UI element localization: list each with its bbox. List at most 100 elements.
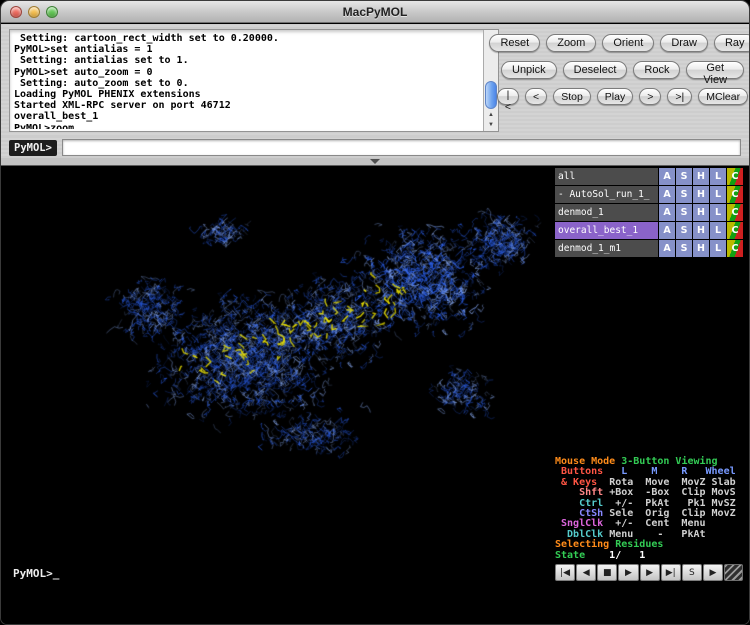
maximize-button[interactable]	[46, 6, 58, 18]
object-s-button[interactable]: S	[676, 186, 692, 203]
object-a-button[interactable]: A	[659, 222, 675, 239]
control-button-panel: ResetZoomOrientDrawRay UnpickDeselectRoc…	[501, 34, 744, 105]
object-h-button[interactable]: H	[693, 204, 709, 221]
object-h-button[interactable]: H	[693, 240, 709, 257]
object-name[interactable]: denmod_1	[555, 204, 658, 221]
mouse-panel-text: Shft	[555, 487, 609, 498]
object-c-button[interactable]: C	[727, 186, 743, 203]
object-row: allASHLC	[555, 168, 743, 185]
object-l-button[interactable]: L	[710, 222, 726, 239]
mclear-button[interactable]: MClear	[698, 88, 748, 105]
mouse-panel-text: SnglClk	[555, 518, 609, 529]
button-row-2: Unpick Deselect Rock Get View	[501, 61, 744, 79]
object-name[interactable]: overall_best_1	[555, 222, 658, 239]
viewport-prompt: PyMOL>_	[13, 567, 59, 580]
object-h-button[interactable]: H	[693, 222, 709, 239]
object-row: denmod_1ASHLC	[555, 204, 743, 221]
object-l-button[interactable]: L	[710, 186, 726, 203]
viewport-canvas[interactable]	[8, 167, 553, 591]
unpick-button[interactable]: Unpick	[501, 61, 557, 79]
console-line: Setting: auto_zoom set to 0.	[14, 78, 481, 89]
titlebar[interactable]: MacPyMOL	[1, 1, 749, 23]
command-prompt-label: PyMOL>	[9, 140, 57, 156]
console-line: Started XML-RPC server on port 46712	[14, 100, 481, 111]
play-button[interactable]: Play	[597, 88, 633, 105]
object-a-button[interactable]: A	[659, 186, 675, 203]
mouse-panel-text: L M R Wheel	[609, 466, 735, 477]
object-name[interactable]: denmod_1_m1	[555, 240, 658, 257]
console-line: PyMOL>zoom	[14, 123, 481, 129]
console-lines: Setting: cartoon_rect_width set to 0.200…	[14, 33, 481, 129]
object-a-button[interactable]: A	[659, 168, 675, 185]
object-c-button[interactable]: C	[727, 204, 743, 221]
object-name[interactable]: - AutoSol_run_1_	[555, 186, 658, 203]
draw-button[interactable]: Draw	[660, 34, 708, 52]
zoom-button[interactable]: Zoom	[546, 34, 596, 52]
movie-sgui-button[interactable]: S	[682, 564, 702, 581]
object-s-button[interactable]: S	[676, 168, 692, 185]
splitter-handle-icon[interactable]	[370, 159, 380, 164]
movie-rewind-button[interactable]: |◀	[555, 564, 575, 581]
object-a-button[interactable]: A	[659, 240, 675, 257]
movie-back-button[interactable]: ◀	[576, 564, 596, 581]
ray-button[interactable]: Ray	[714, 34, 750, 52]
object-s-button[interactable]: S	[676, 222, 692, 239]
object-s-button[interactable]: S	[676, 240, 692, 257]
mouse-panel-text: Residues	[615, 539, 663, 550]
movie-stop-button[interactable]: ■	[597, 564, 617, 581]
movie-controls: |◀◀■▶▶▶|S▶	[555, 564, 743, 581]
movie-end-button[interactable]: ▶|	[661, 564, 681, 581]
reset-button[interactable]: Reset	[489, 34, 540, 52]
pane-splitter[interactable]	[1, 158, 749, 166]
object-l-button[interactable]: L	[710, 168, 726, 185]
scroll-up-icon[interactable]: ▲	[484, 110, 498, 120]
scrollbar-thumb[interactable]	[485, 81, 497, 109]
button-row-1: ResetZoomOrientDrawRay	[501, 34, 744, 52]
object-c-button[interactable]: C	[727, 168, 743, 185]
mouse-panel-line: State 1/ 1	[555, 551, 743, 561]
get-view-button[interactable]: Get View	[686, 61, 744, 79]
deselect-button[interactable]: Deselect	[563, 61, 628, 79]
resize-grip[interactable]	[724, 564, 743, 581]
command-input[interactable]	[62, 139, 741, 156]
movie-play-button[interactable]: ▶	[618, 564, 638, 581]
mouse-panel-text: +/- Cent Menu	[609, 518, 705, 529]
mouse-panel-text: State	[555, 550, 591, 561]
scroll-down-icon[interactable]: ▼	[484, 120, 498, 130]
object-a-button[interactable]: A	[659, 204, 675, 221]
step-back-button[interactable]: <	[525, 88, 547, 105]
minimize-button[interactable]	[28, 6, 40, 18]
viewport: PyMOL>_	[8, 167, 553, 591]
object-l-button[interactable]: L	[710, 240, 726, 257]
console-line: Loading PyMOL PHENIX extensions	[14, 89, 481, 100]
console-line: Setting: antialias set to 1.	[14, 55, 481, 66]
console-line: PyMOL>set auto_zoom = 0	[14, 67, 481, 78]
console-line: Setting: cartoon_rect_width set to 0.200…	[14, 33, 481, 44]
object-c-button[interactable]: C	[727, 240, 743, 257]
rock-button[interactable]: Rock	[633, 61, 680, 79]
object-l-button[interactable]: L	[710, 204, 726, 221]
orient-button[interactable]: Orient	[602, 34, 654, 52]
object-c-button[interactable]: C	[727, 222, 743, 239]
object-h-button[interactable]: H	[693, 168, 709, 185]
mouse-panel-text: Ctrl	[555, 498, 609, 509]
upper-panel: Setting: cartoon_rect_width set to 0.200…	[1, 24, 749, 137]
mouse-panel-text: 3-Button Viewing	[621, 456, 717, 467]
object-row: - AutoSol_run_1_ASHLC	[555, 186, 743, 203]
go-to-start-button[interactable]: |<	[497, 88, 519, 105]
mouse-panel-text: Selecting	[555, 539, 615, 550]
button-row-3: |<<StopPlay>>|MClear	[501, 88, 744, 105]
close-button[interactable]	[10, 6, 22, 18]
movie-forward-button[interactable]: ▶	[640, 564, 660, 581]
movie-fullscreen-button[interactable]: ▶	[703, 564, 723, 581]
object-s-button[interactable]: S	[676, 204, 692, 221]
go-to-end-button[interactable]: >|	[667, 88, 692, 105]
command-row: PyMOL>	[1, 137, 749, 158]
step-forward-button[interactable]: >	[639, 88, 661, 105]
object-name[interactable]: all	[555, 168, 658, 185]
stop-button[interactable]: Stop	[553, 88, 591, 105]
mouse-panel-text: +Box -Box Clip MovS	[609, 487, 735, 498]
console-log[interactable]: Setting: cartoon_rect_width set to 0.200…	[9, 29, 499, 132]
main-area: PyMOL>_ allASHLC- AutoSol_run_1_ASHLCden…	[1, 167, 749, 624]
object-h-button[interactable]: H	[693, 186, 709, 203]
